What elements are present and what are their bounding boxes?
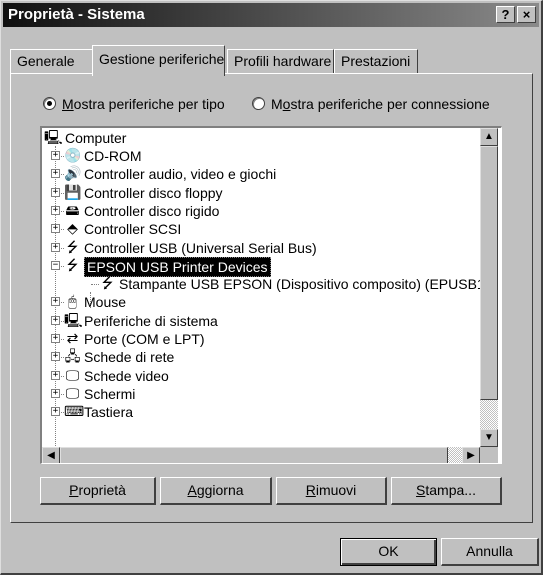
monitor-icon: 🖵 [65, 384, 80, 401]
scroll-down-button[interactable]: ▼ [480, 429, 498, 447]
radio-off-indicator [252, 97, 265, 110]
mouse-icon: 🖱 [68, 293, 77, 310]
floppy-icon: 💾 [64, 183, 82, 200]
tree-item-label: Schede video [84, 367, 169, 384]
multimedia-icon: 🔊 [64, 165, 82, 182]
horizontal-scroll-thumb[interactable] [60, 447, 448, 463]
expand-toggle[interactable]: + [51, 370, 60, 380]
usb-icon: ⭍ [66, 238, 79, 255]
expand-toggle[interactable]: + [51, 388, 60, 398]
expand-toggle[interactable]: + [51, 315, 60, 325]
scrollbar-corner [480, 447, 498, 463]
scroll-right-button[interactable]: ▶ [462, 447, 480, 463]
expand-toggle[interactable]: + [51, 224, 60, 234]
tree-item-label: Controller disco rigido [84, 202, 220, 219]
collapse-toggle[interactable]: − [51, 260, 60, 270]
usb-icon: ⭍ [66, 256, 79, 273]
system-icon: 🖳 [64, 311, 83, 328]
tree-item-label: EPSON USB Printer Devices [84, 256, 271, 277]
tree-item-label: Schermi [84, 385, 136, 402]
expand-toggle[interactable]: + [51, 187, 60, 197]
tree-item-label: Porte (COM e LPT) [84, 331, 205, 347]
title-bar[interactable]: Proprietà - Sistema ? × [3, 3, 539, 27]
system-properties-window: Proprietà - Sistema ? × Generale Gestion… [0, 0, 543, 575]
scroll-up-button[interactable]: ▲ [480, 128, 498, 146]
radio-by-type[interactable]: Mostra periferiche per tipo [43, 96, 243, 114]
usb-icon: ⭍ [101, 275, 114, 292]
tree-item-label: Schede di rete [84, 349, 175, 366]
tab-profili-hardware[interactable]: Profili hardware [227, 49, 334, 74]
help-button[interactable]: ? [496, 6, 515, 23]
vertical-scrollbar[interactable]: ▲ ▼ [480, 128, 498, 447]
cdrom-icon: 💿 [64, 147, 82, 163]
tree-item-label: Controller SCSI [84, 221, 182, 238]
expand-toggle[interactable]: + [51, 151, 60, 160]
refresh-button[interactable]: Aggiorna [160, 477, 272, 505]
radio-on-indicator [43, 97, 56, 110]
close-button[interactable]: × [517, 6, 536, 23]
tree-item-label: Controller USB (Universal Serial Bus) [84, 239, 317, 256]
cancel-button[interactable]: Annulla [441, 538, 539, 566]
tree-item-label: Mouse [84, 294, 127, 311]
tree-item-label: CD-ROM [84, 148, 142, 164]
properties-button[interactable]: Proprietà [40, 477, 156, 505]
tree-item-label: Computer [65, 130, 127, 146]
tab-gestione-periferiche[interactable]: Gestione periferiche [92, 45, 225, 76]
radio-by-connection-label: Mostra periferiche per connessione [271, 96, 490, 112]
monitor-icon: 🖵 [65, 366, 80, 383]
computer-icon: 🖳 [44, 129, 63, 145]
keyboard-icon: ⌨ [64, 403, 85, 420]
scroll-left-button[interactable]: ◀ [42, 447, 60, 463]
ok-button[interactable]: OK [340, 538, 437, 566]
tree-item-label: Periferiche di sistema [84, 312, 218, 329]
expand-toggle[interactable]: + [51, 205, 60, 215]
tree-item-label: Stampante USB EPSON (Dispositivo composi… [119, 276, 480, 293]
print-button[interactable]: Stampa... [391, 477, 502, 505]
tree-item-label: Controller disco floppy [84, 184, 223, 201]
tab-generale[interactable]: Generale [10, 49, 93, 74]
scsi-icon: ⬘ [67, 220, 78, 237]
expand-toggle[interactable]: + [51, 334, 60, 343]
expand-toggle[interactable]: + [51, 297, 60, 307]
radio-by-connection[interactable]: Mostra periferiche per connessione [252, 96, 497, 114]
expand-toggle[interactable]: + [51, 407, 60, 417]
tree-item-label: Controller audio, video e giochi [84, 166, 277, 183]
radio-by-type-label: Mostra periferiche per tipo [62, 96, 225, 112]
expand-toggle[interactable]: + [51, 242, 60, 252]
harddisk-icon: 🖴 [65, 201, 80, 218]
window-title: Proprietà - Sistema [8, 6, 145, 23]
tree-item-label: Tastiera [84, 404, 134, 421]
network-icon: 🖧 [64, 348, 81, 365]
expand-toggle[interactable]: + [51, 169, 60, 179]
remove-button[interactable]: Rimuovi [276, 477, 387, 505]
vertical-scroll-thumb[interactable] [480, 146, 498, 400]
device-tree[interactable]: 🖳 Computer + 💿 CD-ROM + 🔊 Controller audio, v… [40, 126, 502, 464]
port-icon: ⇄ [66, 330, 79, 346]
expand-toggle[interactable]: + [51, 352, 60, 362]
horizontal-scrollbar[interactable]: ◀ ▶ [42, 447, 480, 463]
tab-prestazioni[interactable]: Prestazioni [334, 49, 418, 74]
